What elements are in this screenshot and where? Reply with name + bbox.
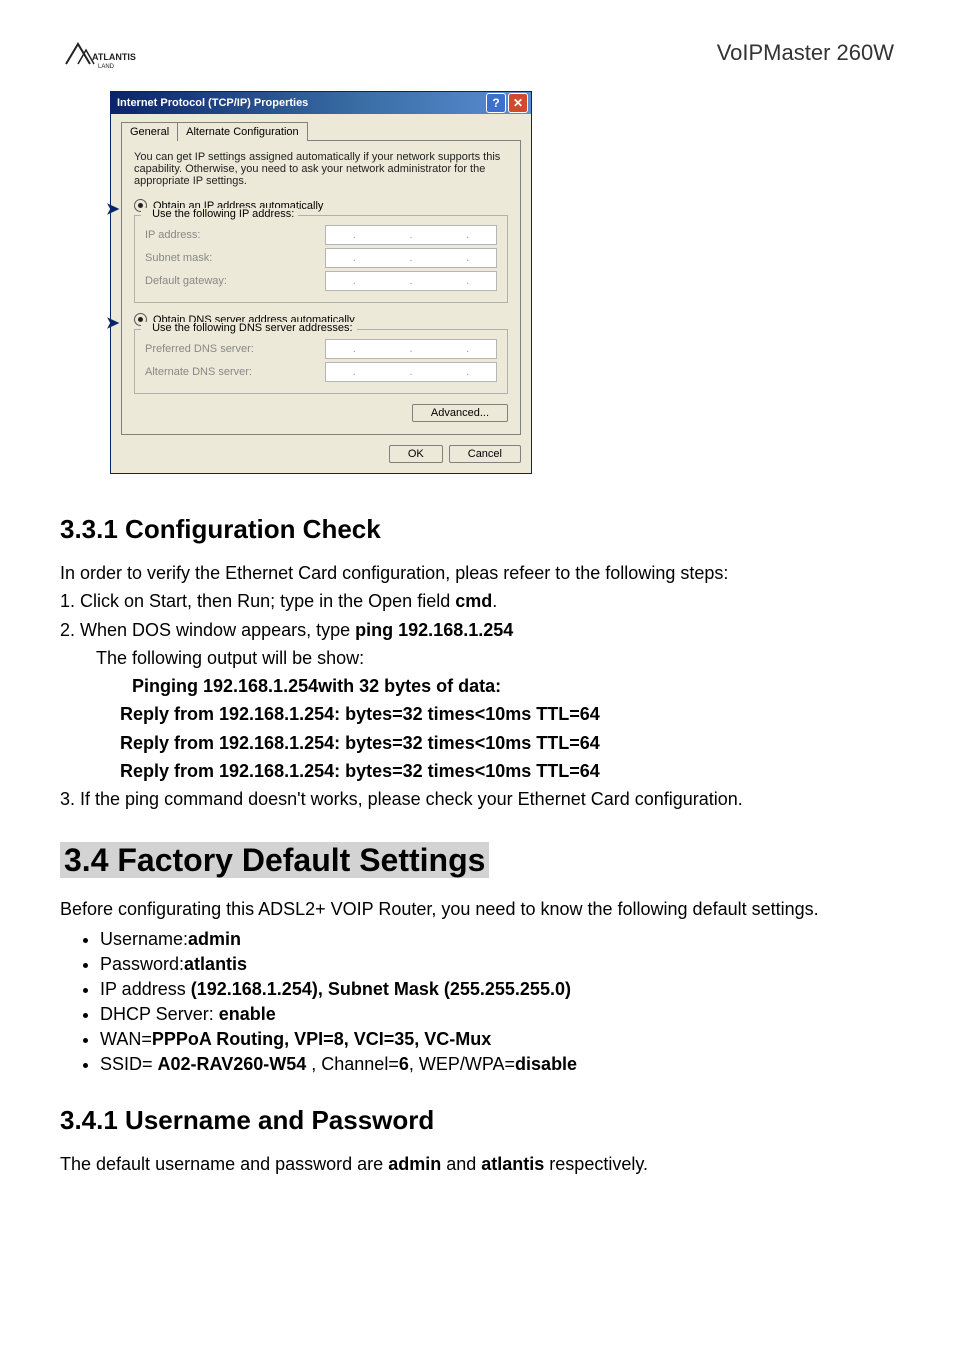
- list-item: WAN=PPPoA Routing, VPI=8, VCI=35, VC-Mux: [100, 1029, 894, 1050]
- list-item: IP address (192.168.1.254), Subnet Mask …: [100, 979, 894, 1000]
- label-subnet: Subnet mask:: [145, 252, 212, 264]
- label-alt-dns: Alternate DNS server:: [145, 366, 252, 378]
- intro-331: In order to verify the Ethernet Card con…: [60, 561, 894, 585]
- label-pref-dns: Preferred DNS server:: [145, 343, 254, 355]
- gateway-field: ...: [325, 271, 497, 291]
- dialog-info-text: You can get IP settings assigned automat…: [134, 151, 508, 187]
- list-item: Username:admin: [100, 929, 894, 950]
- radio-label: Use the following DNS server addresses:: [152, 322, 353, 334]
- step-2-sub: The following output will be show:: [60, 646, 894, 670]
- brand-logo: ATLANTIS LAND: [60, 40, 140, 81]
- text-341: The default username and password are ad…: [60, 1152, 894, 1176]
- pointer-arrow-icon: ➤: [106, 313, 119, 333]
- ping-reply-3: Reply from 192.168.1.254: bytes=32 times…: [60, 759, 894, 783]
- radio-label: Use the following IP address:: [152, 208, 294, 220]
- step-3: 3. If the ping command doesn't works, pl…: [60, 787, 894, 811]
- alt-dns-field: ...: [325, 362, 497, 382]
- heading-34: 3.4 Factory Default Settings: [60, 842, 489, 878]
- ok-button[interactable]: OK: [389, 445, 443, 463]
- tcpip-properties-dialog: Internet Protocol (TCP/IP) Properties ? …: [110, 91, 532, 474]
- dialog-titlebar: Internet Protocol (TCP/IP) Properties ? …: [111, 92, 531, 114]
- label-ip-address: IP address:: [145, 229, 200, 241]
- logo-text: ATLANTIS: [92, 52, 136, 62]
- radio-dns-manual[interactable]: Use the following DNS server addresses:: [141, 322, 357, 334]
- heading-331: 3.3.1 Configuration Check: [60, 514, 894, 545]
- cancel-button[interactable]: Cancel: [449, 445, 521, 463]
- svg-text:LAND: LAND: [98, 64, 115, 70]
- tab-alternate[interactable]: Alternate Configuration: [178, 122, 308, 141]
- ping-output-1: Pinging 192.168.1.254with 32 bytes of da…: [60, 674, 894, 698]
- advanced-button[interactable]: Advanced...: [412, 404, 508, 422]
- intro-34: Before configurating this ADSL2+ VOIP Ro…: [60, 897, 894, 921]
- pointer-arrow-icon: ➤: [106, 199, 119, 219]
- ping-reply-2: Reply from 192.168.1.254: bytes=32 times…: [60, 731, 894, 755]
- pref-dns-field: ...: [325, 339, 497, 359]
- heading-341: 3.4.1 Username and Password: [60, 1105, 894, 1136]
- ping-reply-1: Reply from 192.168.1.254: bytes=32 times…: [60, 702, 894, 726]
- list-item: SSID= A02-RAV260-W54 , Channel=6, WEP/WP…: [100, 1054, 894, 1075]
- ip-address-field: ...: [325, 225, 497, 245]
- product-name: VoIPMaster 260W: [717, 40, 894, 66]
- subnet-field: ...: [325, 248, 497, 268]
- dialog-title: Internet Protocol (TCP/IP) Properties: [117, 97, 308, 109]
- default-settings-list: Username:admin Password:atlantis IP addr…: [100, 929, 894, 1075]
- close-icon[interactable]: ✕: [508, 93, 528, 113]
- list-item: Password:atlantis: [100, 954, 894, 975]
- radio-ip-manual[interactable]: Use the following IP address:: [141, 208, 298, 220]
- tab-general[interactable]: General: [121, 122, 178, 141]
- help-icon[interactable]: ?: [486, 93, 506, 113]
- step-2: 2. When DOS window appears, type ping 19…: [60, 618, 894, 642]
- label-gateway: Default gateway:: [145, 275, 227, 287]
- step-1: 1. Click on Start, then Run; type in the…: [60, 589, 894, 613]
- list-item: DHCP Server: enable: [100, 1004, 894, 1025]
